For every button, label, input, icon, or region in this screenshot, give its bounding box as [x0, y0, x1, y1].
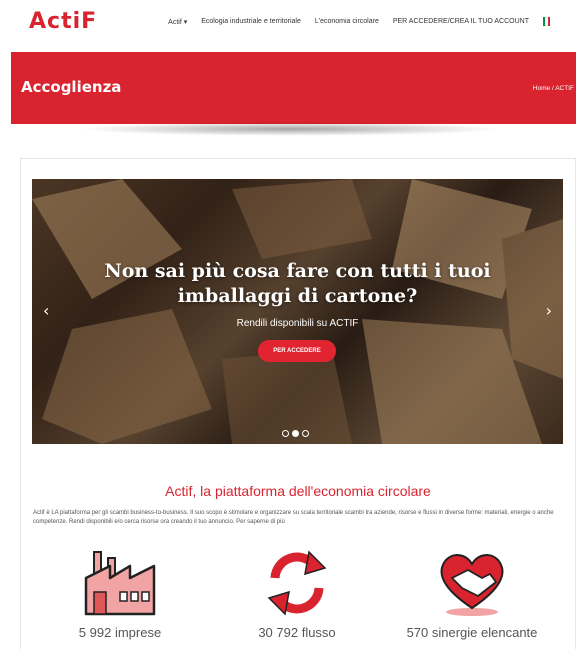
nav-item-ecologia[interactable]: Ecologia industriale e territoriale [201, 18, 301, 25]
prev-arrow-icon[interactable]: ‹ [43, 301, 49, 320]
stat-companies: 5 992 imprese [45, 548, 195, 640]
handshake-heart-icon [440, 554, 504, 616]
stat-flows-label: 30 792 flusso [258, 625, 336, 640]
stat-flows: 30 792 flusso [222, 548, 372, 640]
top-navigation-bar: ActiF Actif ▾ Ecologia industriale e ter… [0, 0, 576, 52]
slide-dot-3[interactable] [302, 430, 309, 437]
slide-dot-2[interactable] [292, 430, 299, 437]
slide-headline-line2: imballaggi di cartone? [177, 284, 418, 307]
cardboard-background-image [32, 179, 563, 444]
nav-item-actif[interactable]: Actif ▾ [168, 18, 187, 26]
factory-icon [84, 551, 156, 616]
page-header-banner: Accoglienza Home / ACTIF [11, 52, 576, 124]
slide-subtitle: Rendili disponibili su ACTIF [236, 318, 359, 329]
slide-headline-line1: Non sai più cosa fare con tutti i tuoi [104, 260, 491, 282]
stat-synergies: 570 sinergie elencante [397, 548, 547, 640]
recycle-arrows-icon [267, 550, 327, 616]
slide-dot-1[interactable] [282, 430, 289, 437]
breadcrumb[interactable]: Home / ACTIF [533, 85, 574, 92]
slide-headline: Non sai più cosa fare con tutti i tuoi i… [32, 259, 563, 308]
stat-synergies-label: 570 sinergie elencante [406, 625, 538, 640]
actif-logo[interactable]: ActiF [29, 9, 97, 34]
nav-item-economia-circolare[interactable]: L'economia circolare [315, 18, 379, 25]
intro-title: Actif, la piattaforma dell'economia circ… [165, 483, 431, 499]
page-title: Accoglienza [21, 78, 122, 96]
slider-pagination [282, 430, 309, 437]
next-arrow-icon[interactable]: › [546, 301, 552, 320]
nav-item-account[interactable]: PER ACCEDERE/CREA IL TUO ACCOUNT [393, 18, 529, 25]
access-button[interactable]: PER ACCEDERE [258, 340, 336, 362]
banner-shadow [80, 122, 500, 136]
main-nav: Actif ▾ Ecologia industriale e territori… [154, 17, 550, 26]
italian-flag-icon[interactable] [543, 17, 550, 26]
stat-companies-label: 5 992 imprese [78, 625, 162, 640]
intro-text: Actif è LA piattaforma per gli scambi bu… [33, 510, 554, 526]
hero-slider: Non sai più cosa fare con tutti i tuoi i… [32, 179, 563, 444]
